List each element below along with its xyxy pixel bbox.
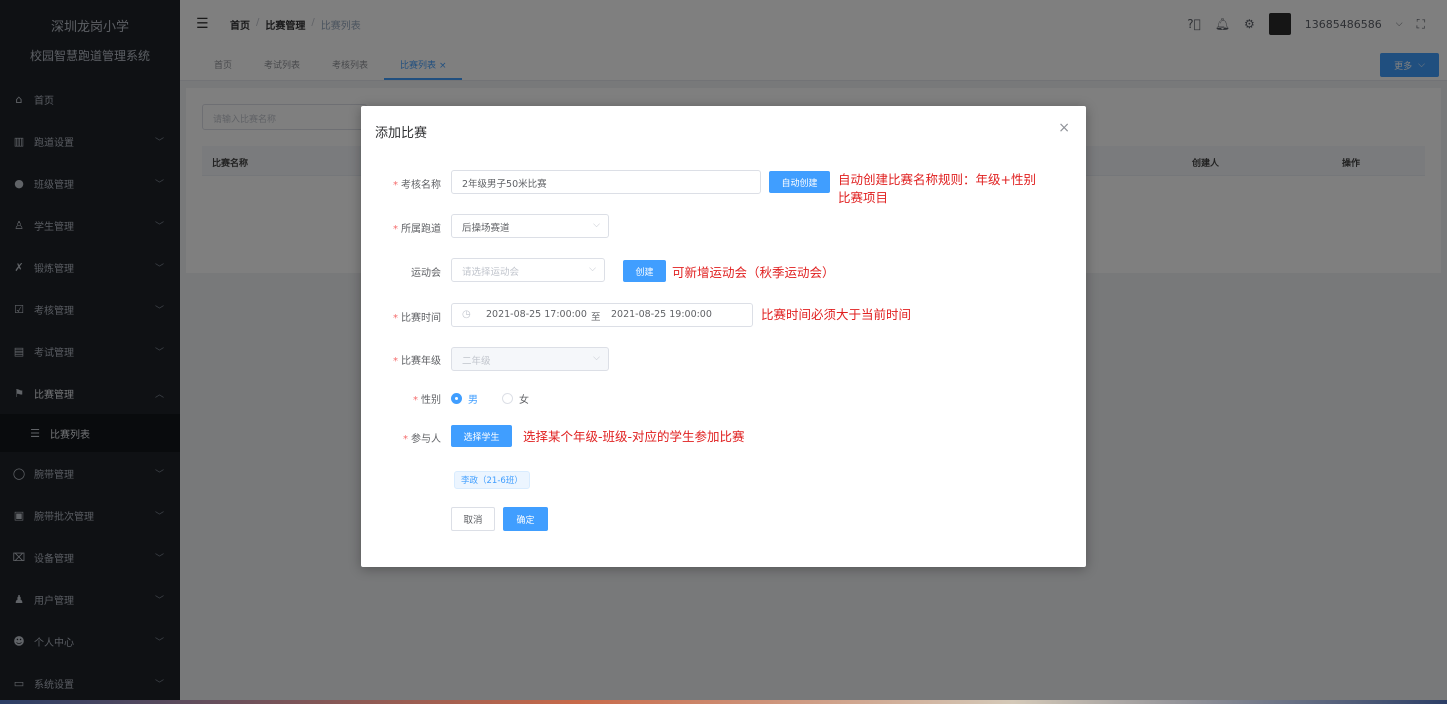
end-time: 2021-08-25 19:00:00 [611, 309, 712, 320]
student-tag[interactable]: 李政（21-6班） [454, 471, 530, 489]
track-select[interactable]: 后操场赛道 ⌵ [451, 214, 609, 238]
grade-select: 二年级 ⌵ [451, 347, 609, 371]
add-competition-dialog: 添加比赛 × * 考核名称 2年级男子50米比赛 自动创建 自动创建比赛名称规则：… [361, 106, 1086, 567]
participant-note: 选择某个年级-班级-对应的学生参加比赛 [523, 429, 745, 444]
confirm-button[interactable]: 确定 [503, 507, 548, 531]
create-meet-button[interactable]: 创建 [623, 260, 666, 282]
chevron-down-icon: ⌵ [589, 264, 596, 274]
chevron-down-icon: ⌵ [593, 220, 600, 230]
select-students-button[interactable]: 选择学生 [451, 425, 512, 447]
time-note: 比赛时间必须大于当前时间 [761, 307, 912, 322]
participants-label: * 参与人 [403, 434, 441, 445]
close-icon[interactable]: × [1058, 120, 1070, 136]
meet-select[interactable]: 请选择运动会 ⌵ [451, 258, 605, 282]
chevron-down-icon: ⌵ [593, 353, 600, 363]
name-label: * 考核名称 [393, 180, 441, 191]
start-time: 2021-08-25 17:00:00 [486, 309, 587, 320]
meet-label: 运动会 [411, 268, 441, 279]
competition-name-input[interactable]: 2年级男子50米比赛 [451, 170, 761, 194]
time-label: * 比赛时间 [393, 313, 441, 324]
gender-male-radio[interactable]: 男 [451, 391, 478, 406]
auto-create-button[interactable]: 自动创建 [769, 171, 830, 193]
name-rule-note: 自动创建比赛名称规则：年级+性别 比赛项目 [838, 172, 1036, 205]
time-range-picker[interactable]: ◷ 2021-08-25 17:00:00 至 2021-08-25 19:00… [451, 303, 753, 327]
track-label: * 所属跑道 [393, 224, 441, 235]
decorative-stripe [0, 700, 1447, 704]
grade-label: * 比赛年级 [393, 356, 441, 367]
meet-note: 可新增运动会（秋季运动会） [672, 265, 835, 280]
gender-female-radio[interactable]: 女 [502, 391, 529, 406]
range-separator: 至 [591, 312, 601, 323]
dialog-title: 添加比赛 [375, 126, 428, 141]
clock-icon: ◷ [462, 309, 471, 320]
gender-label: * 性别 [413, 395, 441, 406]
cancel-button[interactable]: 取消 [451, 507, 495, 531]
